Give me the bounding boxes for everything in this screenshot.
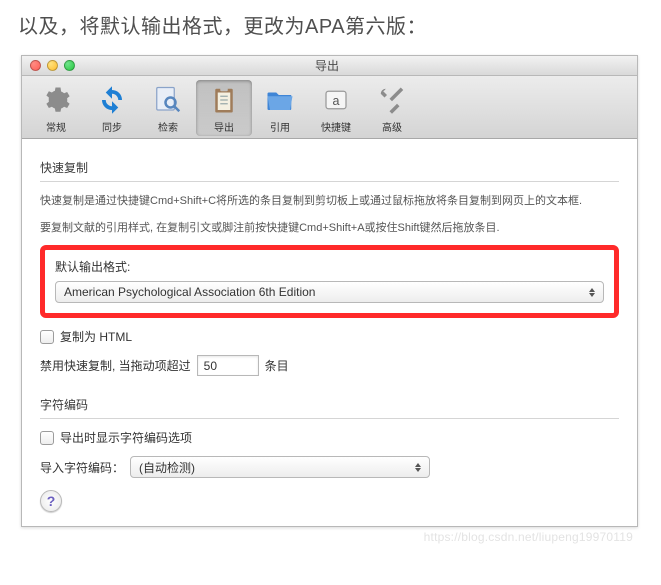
folder-icon (264, 84, 296, 116)
tab-shortcut-label: 快捷键 (321, 119, 351, 134)
tab-general[interactable]: 常规 (28, 80, 84, 136)
titlebar: 导出 (22, 56, 637, 76)
show-charopts-checkbox[interactable] (40, 431, 54, 445)
disable-drag-input[interactable]: 50 (197, 355, 259, 376)
disable-drag-label: 禁用快速复制, 当拖动项超过 (40, 357, 191, 374)
import-enc-row: 导入字符编码： (自动检测) (40, 456, 619, 478)
tab-shortcut[interactable]: a 快捷键 (308, 80, 364, 136)
tab-sync[interactable]: 同步 (84, 80, 140, 136)
disable-drag-suffix: 条目 (265, 357, 289, 374)
watermark: https://blog.csdn.net/liupeng19970119 (424, 530, 633, 544)
output-format-highlight: 默认输出格式: American Psychological Associati… (40, 245, 619, 318)
tab-search[interactable]: 检索 (140, 80, 196, 136)
tab-search-label: 检索 (158, 119, 178, 134)
output-format-select[interactable]: American Psychological Association 6th E… (55, 281, 604, 303)
help-button[interactable]: ? (40, 490, 62, 512)
toolbar: 常规 同步 检索 导出 引用 a (22, 76, 637, 139)
search-icon (152, 84, 184, 116)
show-charopts-label: 导出时显示字符编码选项 (60, 429, 192, 446)
import-enc-label: 导入字符编码： (40, 459, 124, 476)
chevron-updown-icon (411, 457, 425, 477)
disable-drag-row: 禁用快速复制, 当拖动项超过 50 条目 (40, 355, 619, 376)
tab-cite[interactable]: 引用 (252, 80, 308, 136)
chevron-updown-icon (585, 282, 599, 302)
sync-icon (96, 84, 128, 116)
quickcopy-header: 快速复制 (40, 153, 619, 182)
tab-general-label: 常规 (46, 119, 66, 134)
import-enc-value: (自动检测) (139, 459, 195, 476)
content-area: 快速复制 快速复制是通过快捷键Cmd+Shift+C将所选的条目复制到剪切板上或… (22, 139, 637, 526)
tab-sync-label: 同步 (102, 119, 122, 134)
prefs-window: 导出 常规 同步 检索 导出 (21, 55, 638, 527)
page-lead-text: 以及，将默认输出格式，更改为APA第六版： (0, 0, 661, 55)
tab-advanced-label: 高级 (382, 119, 402, 134)
output-format-value: American Psychological Association 6th E… (64, 285, 315, 299)
copy-html-row: 复制为 HTML (40, 328, 619, 345)
key-icon: a (320, 84, 352, 116)
tab-export-label: 导出 (214, 119, 234, 134)
output-format-label: 默认输出格式: (55, 258, 604, 275)
quickcopy-desc1: 快速复制是通过快捷键Cmd+Shift+C将所选的条目复制到剪切板上或通过鼠标拖… (40, 192, 619, 211)
window-title: 导出 (25, 57, 629, 74)
svg-text:a: a (333, 94, 340, 108)
tab-export[interactable]: 导出 (196, 80, 252, 136)
copy-html-checkbox[interactable] (40, 330, 54, 344)
charenc-header: 字符编码 (40, 390, 619, 419)
tools-icon (376, 84, 408, 116)
tab-cite-label: 引用 (270, 119, 290, 134)
gear-icon (40, 84, 72, 116)
import-enc-select[interactable]: (自动检测) (130, 456, 430, 478)
clipboard-icon (208, 84, 240, 116)
quickcopy-desc2: 要复制文献的引用样式, 在复制引文或脚注前按快捷键Cmd+Shift+A或按住S… (40, 219, 619, 238)
show-charopts-row: 导出时显示字符编码选项 (40, 429, 619, 446)
copy-html-label: 复制为 HTML (60, 328, 132, 345)
tab-advanced[interactable]: 高级 (364, 80, 420, 136)
